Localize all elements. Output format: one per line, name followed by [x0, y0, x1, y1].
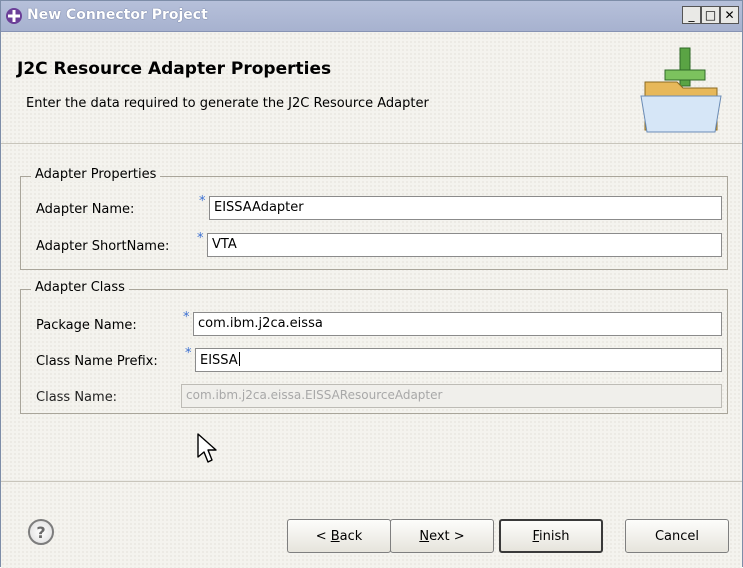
page-title: J2C Resource Adapter Properties	[17, 59, 332, 79]
wizard-folder-icon	[640, 47, 722, 133]
adapter-shortname-label: Adapter ShortName:	[36, 239, 170, 254]
help-button[interactable]: ?	[28, 519, 54, 545]
adapter-class-legend: Adapter Class	[31, 280, 129, 295]
window-title: New Connector Project	[27, 7, 208, 23]
maximize-button[interactable]: □	[701, 6, 720, 24]
finish-button[interactable]: Finish	[499, 519, 603, 553]
class-name-field: com.ibm.j2ca.eissa.EISSAResourceAdapter	[181, 384, 722, 408]
page-description: Enter the data required to generate the …	[26, 96, 429, 111]
package-name-field[interactable]: com.ibm.j2ca.eissa	[193, 312, 722, 336]
required-marker: *	[183, 310, 190, 325]
class-prefix-label: Class Name Prefix:	[36, 354, 158, 369]
required-marker: *	[197, 231, 204, 246]
app-icon	[6, 8, 22, 24]
next-button[interactable]: Next >	[390, 519, 494, 553]
package-name-label: Package Name:	[36, 318, 137, 333]
help-icon: ?	[36, 522, 46, 542]
close-button[interactable]: ✕	[720, 6, 739, 24]
required-marker: *	[199, 194, 206, 209]
back-button-label: < Back	[315, 528, 363, 544]
cancel-button[interactable]: Cancel	[625, 519, 729, 553]
adapter-properties-legend: Adapter Properties	[31, 167, 161, 182]
text-caret	[238, 352, 240, 366]
class-name-label: Class Name:	[36, 390, 118, 405]
finish-button-label: Finish	[532, 528, 570, 544]
adapter-shortname-field[interactable]: VTA	[207, 233, 722, 257]
wizard-header: J2C Resource Adapter Properties Enter th…	[1, 32, 742, 144]
wizard-body: Adapter Properties Adapter Name: * EISSA…	[1, 144, 742, 480]
wizard-window: New Connector Project _ □ ✕ J2C Resource…	[0, 0, 743, 568]
class-prefix-value: EISSA	[200, 353, 238, 368]
class-prefix-field[interactable]: EISSA	[195, 348, 722, 372]
window-controls: _ □ ✕	[682, 6, 739, 24]
wizard-footer: ? < Back Next > Finish Cancel	[1, 481, 742, 568]
mouse-cursor-icon	[197, 433, 217, 463]
adapter-name-label: Adapter Name:	[36, 202, 135, 217]
back-button[interactable]: < Back	[287, 519, 391, 553]
cancel-button-label: Cancel	[654, 528, 700, 544]
next-button-label: Next >	[419, 528, 465, 544]
adapter-name-field[interactable]: EISSAAdapter	[209, 196, 722, 220]
title-bar[interactable]: New Connector Project _ □ ✕	[1, 1, 742, 32]
required-marker: *	[185, 346, 192, 361]
minimize-button[interactable]: _	[682, 6, 701, 24]
